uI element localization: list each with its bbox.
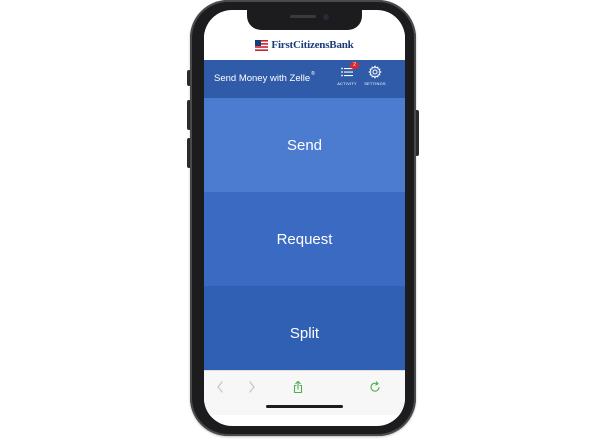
- split-label: Split: [289, 324, 320, 342]
- bank-logo: FirstCitizensBank: [255, 39, 354, 51]
- reload-button[interactable]: [367, 379, 383, 395]
- registered-mark: ®: [311, 71, 315, 77]
- speaker-grille: [290, 15, 316, 18]
- phone-screen: FirstCitizensBank Send Money with Zelle®…: [204, 10, 405, 426]
- gear-icon: [368, 65, 382, 79]
- activity-badge: 2: [350, 62, 359, 69]
- activity-button[interactable]: 2 ACTIVITY: [334, 62, 360, 93]
- request-label: Request: [276, 230, 333, 248]
- send-button[interactable]: Send: [204, 98, 405, 192]
- back-button[interactable]: [212, 379, 228, 395]
- bank-name: FirstCitizensBank: [271, 39, 354, 51]
- forward-chevron-icon: [249, 381, 255, 393]
- front-camera: [323, 14, 329, 20]
- back-chevron-icon: [217, 381, 223, 393]
- settings-button[interactable]: SETTINGS: [362, 65, 388, 93]
- bank-header: FirstCitizensBank: [204, 32, 405, 58]
- reload-icon: [370, 381, 380, 392]
- share-button[interactable]: [290, 379, 306, 395]
- stage: FirstCitizensBank Send Money with Zelle®…: [0, 0, 596, 439]
- send-label: Send: [286, 136, 323, 154]
- request-button[interactable]: Request: [204, 192, 405, 286]
- notch: [247, 10, 362, 30]
- activity-label: ACTIVITY: [337, 81, 357, 86]
- browser-toolbar: [204, 370, 405, 415]
- split-button[interactable]: Split: [204, 286, 405, 380]
- app-title: Send Money with Zelle®: [214, 71, 315, 84]
- settings-label: SETTINGS: [364, 81, 386, 86]
- share-icon: [293, 380, 303, 394]
- forward-button[interactable]: [244, 379, 260, 395]
- app-title-text: Send Money with Zelle: [214, 73, 311, 84]
- activity-list-icon: 2: [340, 62, 359, 79]
- home-indicator[interactable]: [266, 405, 343, 408]
- flag-icon: [255, 39, 269, 51]
- app-bar: Send Money with Zelle® 2 ACTIVITY SETTIN…: [204, 60, 405, 98]
